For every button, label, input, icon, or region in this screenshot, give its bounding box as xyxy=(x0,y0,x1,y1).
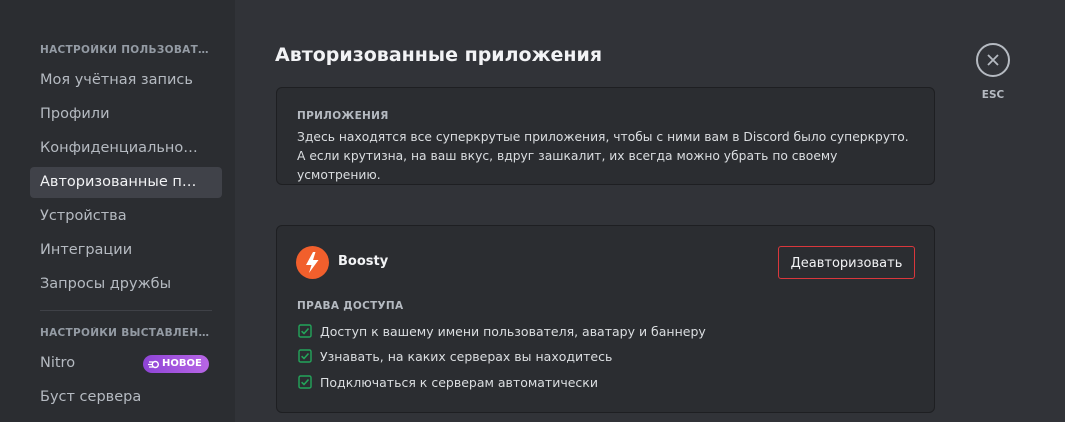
sidebar-item-label: Авторизованные приложения xyxy=(40,174,205,190)
sidebar-item-label: Запросы дружбы xyxy=(40,276,172,292)
sidebar-item-label: Устройства xyxy=(40,208,127,224)
sidebar-item-label: Моя учётная запись xyxy=(40,72,193,88)
checkbox-checked-icon xyxy=(298,375,312,389)
sidebar-item-privacy[interactable]: Конфиденциальность xyxy=(30,133,222,164)
sidebar-item-profiles[interactable]: Профили xyxy=(30,99,222,130)
permission-item: Подключаться к серверам автоматически xyxy=(298,372,598,392)
page-title: Авторизованные приложения xyxy=(275,44,603,66)
app-card-boosty: Boosty Деавторизовать ПРАВА ДОСТУПА Дост… xyxy=(276,225,935,413)
permission-text: Подключаться к серверам автоматически xyxy=(320,374,598,390)
applications-label: ПРИЛОЖЕНИЯ xyxy=(297,110,389,122)
applications-info-box: ПРИЛОЖЕНИЯ Здесь находятся все суперкрут… xyxy=(276,87,935,185)
close-icon xyxy=(987,54,999,66)
sidebar-item-nitro[interactable]: Nitro НОВОЕ xyxy=(30,348,222,379)
sidebar-item-label: Конфиденциальность xyxy=(40,140,205,156)
sidebar-item-label: Nitro xyxy=(40,355,76,371)
applications-description: Здесь находятся все суперкрутые приложен… xyxy=(297,130,909,182)
sidebar-item-integrations[interactable]: Интеграции xyxy=(30,235,222,266)
billing-settings-header: НАСТРОЙКИ ВЫСТАВЛЕНИЯ СЧЕТОВ xyxy=(40,327,212,339)
sidebar-item-my-account[interactable]: Моя учётная запись xyxy=(30,65,222,96)
app-name: Boosty xyxy=(338,254,389,269)
sidebar-item-server-boost[interactable]: Буст сервера xyxy=(30,382,222,413)
permissions-label: ПРАВА ДОСТУПА xyxy=(297,300,404,312)
esc-label: ESC xyxy=(981,89,1005,101)
sidebar-item-label: Буст сервера xyxy=(40,389,142,405)
checkbox-checked-icon xyxy=(298,349,312,363)
permission-item: Узнавать, на каких серверах вы находитес… xyxy=(298,346,612,366)
sidebar-divider xyxy=(40,310,212,311)
permission-text: Доступ к вашему имени пользователя, ават… xyxy=(320,323,706,339)
user-settings-header: НАСТРОЙКИ ПОЛЬЗОВАТЕЛЯ xyxy=(40,44,212,56)
deauthorize-button[interactable]: Деавторизовать xyxy=(778,246,915,279)
nitro-icon xyxy=(148,360,159,368)
close-button[interactable] xyxy=(976,43,1010,77)
new-badge-label: НОВОЕ xyxy=(162,358,202,369)
sidebar-item-authorized-apps[interactable]: Авторизованные приложения xyxy=(30,167,222,198)
checkbox-checked-icon xyxy=(298,324,312,338)
settings-sidebar: НАСТРОЙКИ ПОЛЬЗОВАТЕЛЯ Моя учётная запис… xyxy=(0,0,235,422)
settings-content: Авторизованные приложения ПРИЛОЖЕНИЯ Зде… xyxy=(235,0,1065,422)
sidebar-item-friend-requests[interactable]: Запросы дружбы xyxy=(30,269,222,300)
boosty-logo-icon xyxy=(296,246,329,279)
boosty-bolt-icon xyxy=(306,252,319,273)
permission-item: Доступ к вашему имени пользователя, ават… xyxy=(298,321,706,341)
sidebar-item-devices[interactable]: Устройства xyxy=(30,201,222,232)
sidebar-item-label: Интеграции xyxy=(40,242,133,258)
sidebar-item-label: Профили xyxy=(40,106,110,122)
permission-text: Узнавать, на каких серверах вы находитес… xyxy=(320,348,613,364)
new-badge: НОВОЕ xyxy=(143,355,209,373)
